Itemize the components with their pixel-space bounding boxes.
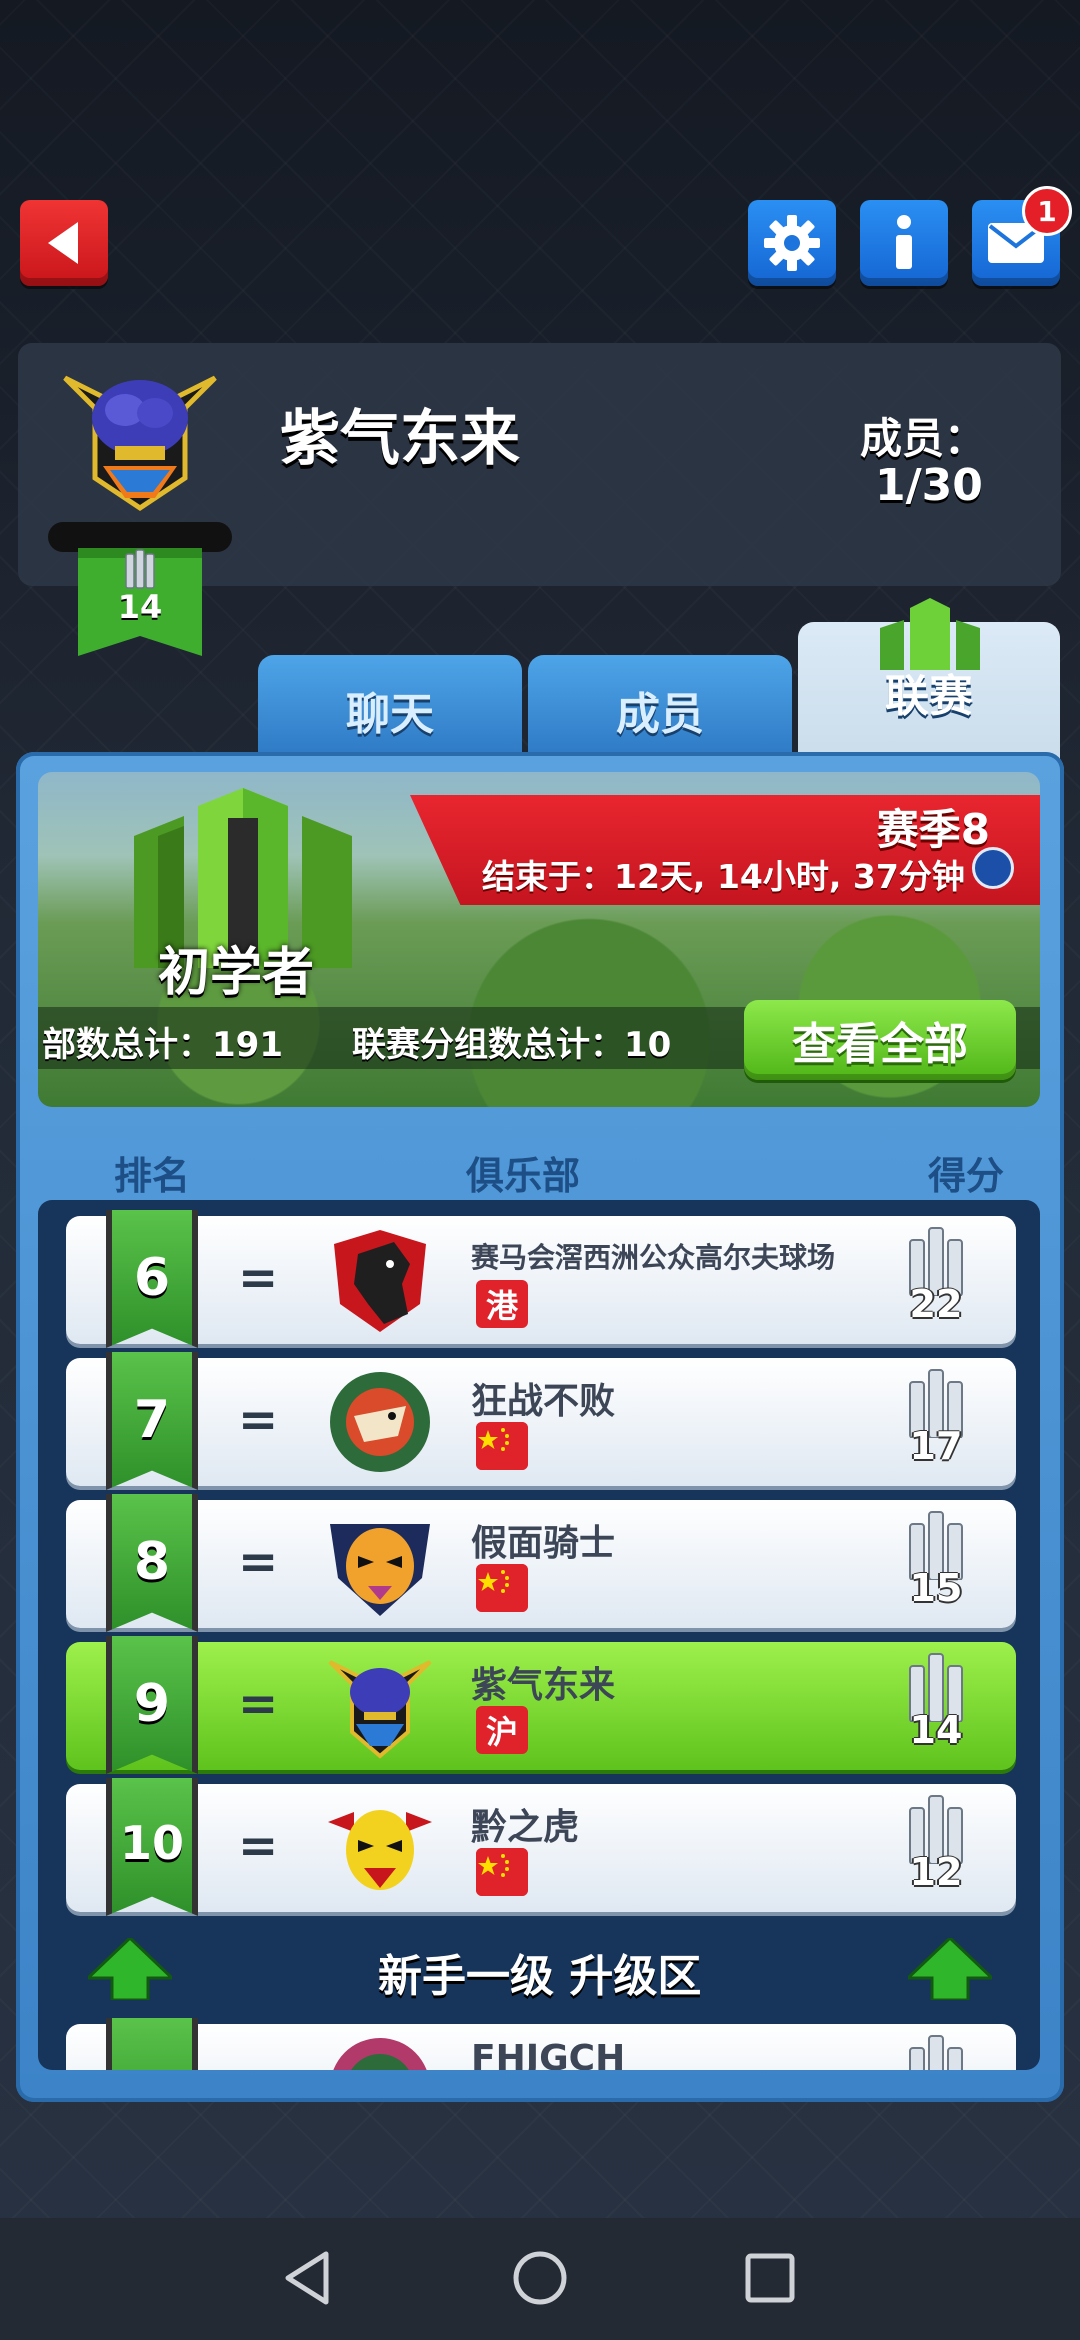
promotion-arrow-left-icon (88, 1938, 172, 2000)
clock-icon (972, 847, 1014, 889)
tab-chat[interactable]: 聊天 (258, 655, 522, 765)
system-nav-bar (0, 2218, 1080, 2340)
rank-change: = (238, 1250, 279, 1306)
club-score: 22 (909, 1282, 963, 1326)
groups-total: 联赛分组数总计：10 (352, 1025, 672, 1065)
mail-button[interactable]: 1 (972, 186, 1072, 286)
china-flag-icon (476, 1848, 528, 1896)
rank-number: 10 (119, 1816, 184, 1870)
gear-icon (764, 215, 820, 271)
horse-emblem-icon (334, 1230, 426, 1332)
club-row-name: 假面骑士 (471, 1523, 616, 1564)
volcano-emblem-icon (328, 1660, 432, 1759)
club-score: 12 (909, 1850, 963, 1894)
promotion-arrow-right-icon (908, 1938, 992, 2000)
season-ends-in: 结束于：12天, 14小时, 37分钟 (482, 857, 965, 896)
club-row-name: 黔之虎 (471, 1807, 580, 1848)
club-score: 15 (909, 1566, 963, 1610)
mail-count-badge: 1 (1022, 186, 1072, 236)
rank-change: = (238, 1676, 279, 1732)
rank-number: 9 (133, 1674, 171, 1734)
members-label: 成员： (860, 414, 987, 463)
column-club: 俱乐部 (466, 1154, 581, 1198)
nav-back-icon[interactable] (282, 2250, 332, 2306)
china-flag-icon (476, 1422, 528, 1470)
view-all-button[interactable]: 查看全部 (744, 1000, 1016, 1080)
rank-ribbon (106, 2018, 198, 2070)
back-button[interactable] (20, 200, 108, 286)
club-row-name: 狂战不败 (471, 1381, 616, 1422)
table-row[interactable]: 7 = 狂战不败 17 (66, 1352, 1016, 1490)
club-score: 14 (909, 1708, 963, 1752)
promotion-zone-label: 新手一级 升级区 (378, 1951, 702, 2002)
table-row-partial[interactable]: FHJGCH (66, 2018, 1016, 2070)
club-name: 紫气东来 (280, 404, 520, 474)
table-row[interactable]: 10 = 黔之虎 12 (66, 1778, 1016, 1916)
column-score: 得分 (928, 1154, 1005, 1198)
settings-button[interactable] (748, 200, 836, 286)
info-icon (896, 215, 912, 269)
rank-number: 8 (133, 1532, 171, 1592)
winged-tiger-emblem-icon (328, 1810, 432, 1890)
club-level-value: 14 (117, 588, 163, 626)
arrow-left-icon (48, 222, 78, 264)
table-row[interactable]: 8 = 假面骑士 15 (66, 1494, 1016, 1632)
rank-change: = (238, 1818, 279, 1874)
trophy-tower-icon (909, 2035, 963, 2070)
league-tier-name: 初学者 (158, 943, 315, 1003)
tab-members[interactable]: 成员 (528, 655, 792, 765)
nav-home-icon[interactable] (512, 2250, 568, 2306)
members-count: 1/30 (875, 460, 983, 511)
table-row[interactable]: 6 = 赛马会滘西洲公众高尔夫球场 港 22 (66, 1210, 1016, 1348)
club-score: 17 (909, 1424, 963, 1468)
club-emblem[interactable] (55, 358, 225, 518)
club-row-name: FHJGCH (471, 2038, 626, 2070)
region-tag: 港 (476, 1280, 528, 1328)
rank-number: 6 (133, 1248, 171, 1308)
clubs-total: 部数总计：191 (42, 1025, 283, 1065)
info-button[interactable] (860, 200, 948, 286)
rank-change: = (238, 1534, 279, 1590)
club-row-name: 赛马会滘西洲公众高尔夫球场 (471, 1241, 836, 1274)
nav-recents-icon[interactable] (744, 2252, 796, 2304)
club-row-name: 紫气东来 (471, 1665, 616, 1706)
league-tower-icon (880, 598, 980, 670)
region-tag: 沪 (476, 1706, 528, 1754)
dragon-emblem-icon (333, 2038, 427, 2070)
china-flag-icon (476, 1564, 528, 1612)
rank-change: = (238, 1392, 279, 1448)
table-row-own-club[interactable]: 9 = 紫气东来 沪 14 (66, 1636, 1016, 1774)
column-rank: 排名 (114, 1154, 191, 1198)
tiger-emblem-icon (330, 1524, 430, 1616)
season-title: 赛季8 (876, 805, 990, 854)
dragon-emblem-icon (330, 1372, 430, 1472)
rank-number: 7 (133, 1390, 171, 1450)
